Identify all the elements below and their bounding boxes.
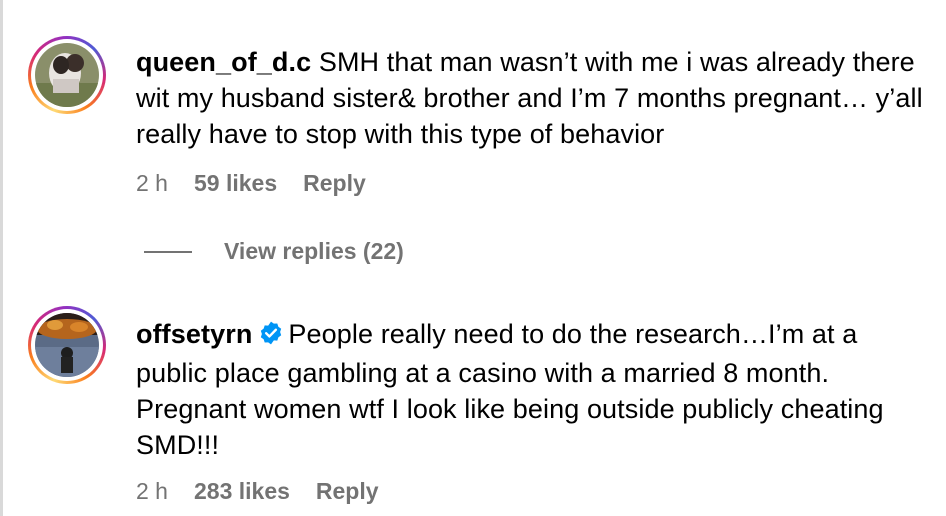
username[interactable]: queen_of_d.c bbox=[136, 47, 311, 77]
comment-meta: 2 h 59 likes Reply bbox=[136, 170, 366, 197]
story-ring[interactable] bbox=[28, 306, 106, 384]
comment-body: offsetyrn People really need to do the re… bbox=[136, 316, 926, 463]
window-edge bbox=[0, 0, 3, 516]
username[interactable]: offsetyrn bbox=[136, 319, 252, 349]
comment-body: queen_of_d.c SMH that man wasn’t with me… bbox=[136, 44, 926, 152]
reply-button[interactable]: Reply bbox=[316, 478, 379, 505]
view-replies-button[interactable]: View replies (22) bbox=[144, 238, 404, 265]
timestamp[interactable]: 2 h bbox=[136, 478, 168, 505]
timestamp[interactable]: 2 h bbox=[136, 170, 168, 197]
avatar[interactable] bbox=[35, 43, 99, 107]
view-replies-label: View replies (22) bbox=[224, 238, 404, 264]
divider-line bbox=[144, 250, 192, 253]
likes-count[interactable]: 283 likes bbox=[194, 478, 290, 505]
comment-meta: 2 h 283 likes Reply bbox=[136, 478, 379, 505]
reply-button[interactable]: Reply bbox=[303, 170, 366, 197]
likes-count[interactable]: 59 likes bbox=[194, 170, 277, 197]
verified-badge-icon bbox=[258, 319, 284, 355]
story-ring[interactable] bbox=[28, 36, 106, 114]
avatar[interactable] bbox=[35, 313, 99, 377]
